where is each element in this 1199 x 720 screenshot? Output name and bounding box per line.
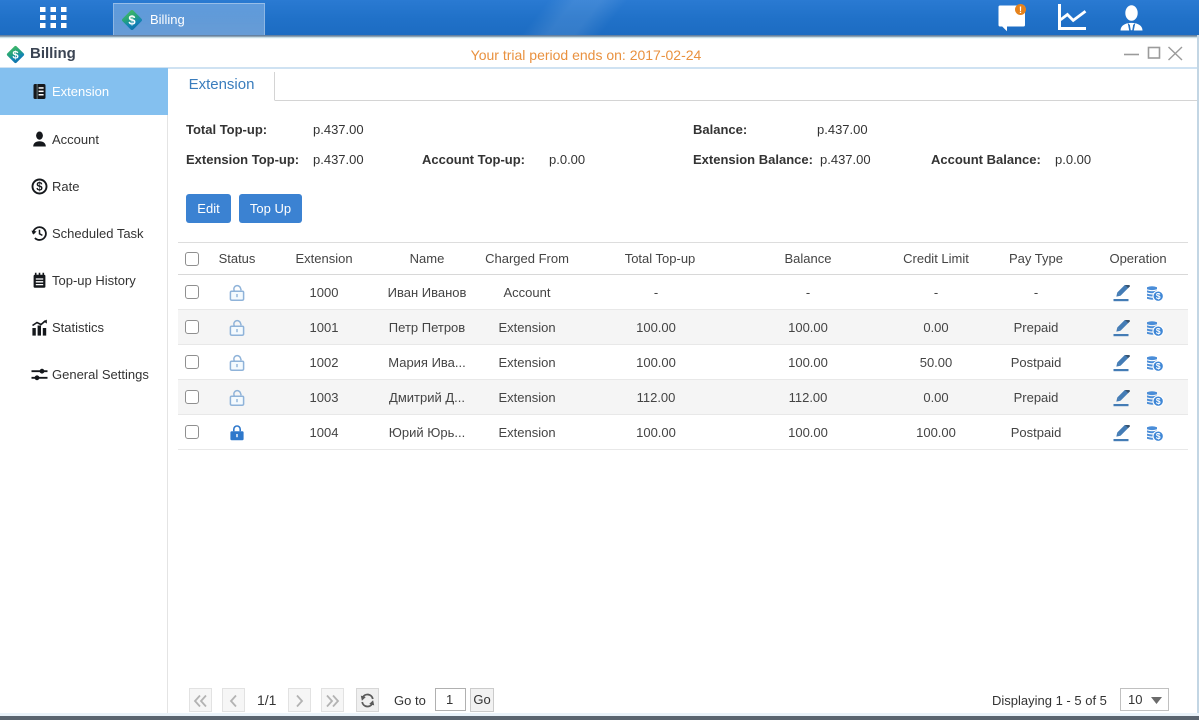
svg-text:$: $ <box>1156 396 1161 406</box>
svg-text:$: $ <box>1156 361 1161 371</box>
svg-text:$: $ <box>36 182 43 194</box>
svg-text:$: $ <box>1156 291 1161 301</box>
svg-text:$: $ <box>1156 431 1161 441</box>
svg-text:$: $ <box>1156 326 1161 336</box>
svg-text:!: ! <box>1019 5 1022 15</box>
svg-text:$: $ <box>128 12 136 27</box>
